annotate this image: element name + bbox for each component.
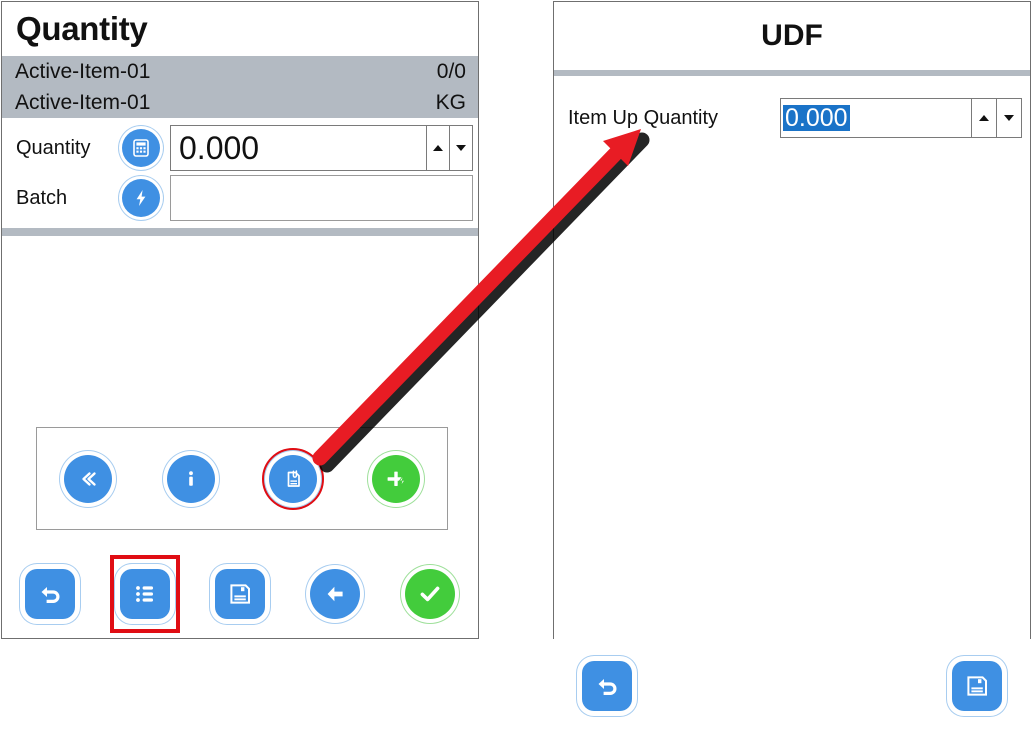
- add-quick-icon[interactable]: [371, 454, 420, 503]
- item-count-value: 0/0: [436, 59, 466, 83]
- arrow-left-icon[interactable]: [309, 569, 360, 619]
- info-icon[interactable]: [166, 454, 215, 503]
- quantity-form: Quantity 0.000 Batch: [2, 118, 478, 228]
- active-item-info-band: Active-Item-01 0/0 Active-Item-01 KG: [2, 56, 478, 118]
- udf-field-row: Item Up Quantity 0.000: [554, 98, 1030, 138]
- item-up-quantity-field[interactable]: 0.000: [780, 98, 1022, 138]
- info-row-1: Active-Item-01 0/0: [15, 56, 466, 87]
- quantity-spinner[interactable]: 0.000: [170, 125, 473, 171]
- info-row-2: Active-Item-01 KG: [15, 87, 466, 118]
- quantity-label: Quantity: [16, 136, 91, 159]
- form-row-batch: Batch: [2, 174, 478, 222]
- chevron-down-icon: [1004, 115, 1014, 121]
- bar-slot-confirm[interactable]: [382, 569, 477, 619]
- strip-slot-document[interactable]: [242, 447, 345, 510]
- list-highlight-rect: [109, 555, 180, 633]
- batch-input[interactable]: [170, 175, 473, 221]
- strip-slot-info[interactable]: [140, 454, 243, 503]
- udf-panel: UDF Item Up Quantity 0.000: [553, 1, 1031, 734]
- strip-slot-add-quick[interactable]: [345, 454, 448, 503]
- collapse-double-left-icon[interactable]: [64, 454, 113, 503]
- quantity-value[interactable]: 0.000: [171, 126, 426, 170]
- quantity-icon-slot[interactable]: [112, 129, 170, 167]
- quantity-title-bar: Quantity: [2, 2, 478, 56]
- strip-slot-collapse[interactable]: [37, 454, 140, 503]
- active-item-name-1: Active-Item-01: [15, 59, 151, 83]
- bar-slot-save[interactable]: [192, 569, 287, 619]
- chevron-up-icon: [433, 145, 443, 151]
- udf-body: Item Up Quantity 0.000: [554, 98, 1030, 734]
- item-up-quantity-down-button[interactable]: [996, 99, 1021, 137]
- udf-section-divider: [554, 70, 1030, 76]
- bar-slot-list[interactable]: [97, 555, 192, 633]
- item-up-quantity-label: Item Up Quantity: [568, 106, 719, 129]
- udf-page-title: UDF: [761, 19, 823, 52]
- undo-back-icon[interactable]: [24, 569, 75, 619]
- batch-icon-slot[interactable]: [112, 179, 170, 217]
- screenshot-stage: Quantity Active-Item-01 0/0 Active-Item-…: [0, 0, 1033, 734]
- lightning-bolt-icon[interactable]: [122, 179, 160, 217]
- bar-slot-undo[interactable]: [2, 569, 97, 619]
- section-divider: [2, 228, 478, 236]
- document-attachment-icon[interactable]: [269, 454, 318, 503]
- item-up-quantity-up-button[interactable]: [971, 99, 996, 137]
- form-row-quantity: Quantity 0.000: [2, 124, 478, 172]
- quantity-panel: Quantity Active-Item-01 0/0 Active-Item-…: [1, 1, 479, 639]
- action-icon-strip: [36, 427, 448, 530]
- udf-title-bar: UDF: [554, 2, 1030, 70]
- save-disk-icon[interactable]: [952, 661, 1002, 711]
- batch-label: Batch: [16, 186, 68, 209]
- item-up-quantity-value-wrap[interactable]: 0.000: [781, 99, 971, 137]
- chevron-down-icon: [456, 145, 466, 151]
- quantity-spinner-up-button[interactable]: [426, 126, 449, 170]
- page-title: Quantity: [16, 10, 148, 47]
- quantity-spinner-buttons: [426, 126, 472, 170]
- unit-of-measure: KG: [435, 90, 466, 114]
- left-bottom-button-bar: [2, 550, 480, 638]
- confirm-check-icon[interactable]: [404, 569, 455, 619]
- item-up-quantity-value[interactable]: 0.000: [783, 105, 850, 131]
- undo-back-icon[interactable]: [582, 661, 632, 711]
- udf-bottom-button-bar: [554, 642, 1030, 730]
- chevron-up-icon: [979, 115, 989, 121]
- active-item-name-2: Active-Item-01: [15, 90, 151, 114]
- bar-slot-back[interactable]: [287, 569, 382, 619]
- calculator-icon[interactable]: [122, 129, 160, 167]
- save-disk-icon[interactable]: [214, 569, 265, 619]
- quantity-spinner-down-button[interactable]: [449, 126, 472, 170]
